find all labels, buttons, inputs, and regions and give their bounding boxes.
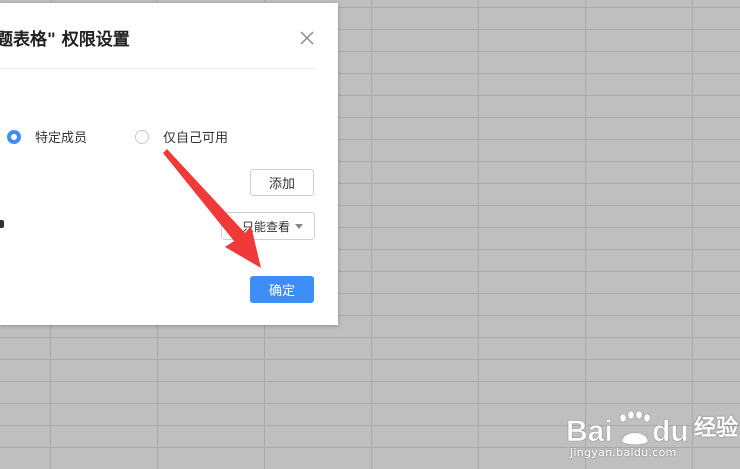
close-button[interactable] (298, 29, 316, 47)
svg-text:Bai: Bai (566, 415, 613, 448)
close-icon (300, 31, 314, 45)
watermark-brand-text: 经验 (694, 416, 739, 441)
permission-settings-dialog: 题表格" 权限设置 特定成员 仅自己可用 添加 只能查看 确定 (0, 3, 338, 325)
chevron-down-icon (295, 224, 303, 229)
radio-label: 特定成员 (35, 131, 88, 146)
radio-only-self[interactable]: 仅自己可用 (135, 127, 228, 146)
add-member-button[interactable]: 添加 (250, 169, 314, 196)
dialog-title: 题表格" 权限设置 (0, 30, 130, 50)
permission-select-value: 只能查看 (242, 219, 291, 234)
member-avatar-fragment (0, 220, 4, 228)
permission-select[interactable]: 只能查看 (221, 212, 315, 240)
radio-checked-icon (7, 129, 21, 144)
baidu-jingyan-watermark: Bai du 经验 jingyan.baidu.com (566, 402, 739, 466)
watermark-url: jingyan.baidu.com (570, 446, 677, 459)
title-divider (0, 68, 316, 69)
svg-text:du: du (652, 415, 689, 448)
radio-label: 仅自己可用 (163, 131, 229, 146)
radio-specific-members[interactable]: 特定成员 (7, 127, 87, 146)
confirm-button[interactable]: 确定 (250, 276, 314, 303)
radio-unchecked-icon (135, 129, 149, 144)
baidu-logo-icon: Bai du (566, 410, 689, 448)
